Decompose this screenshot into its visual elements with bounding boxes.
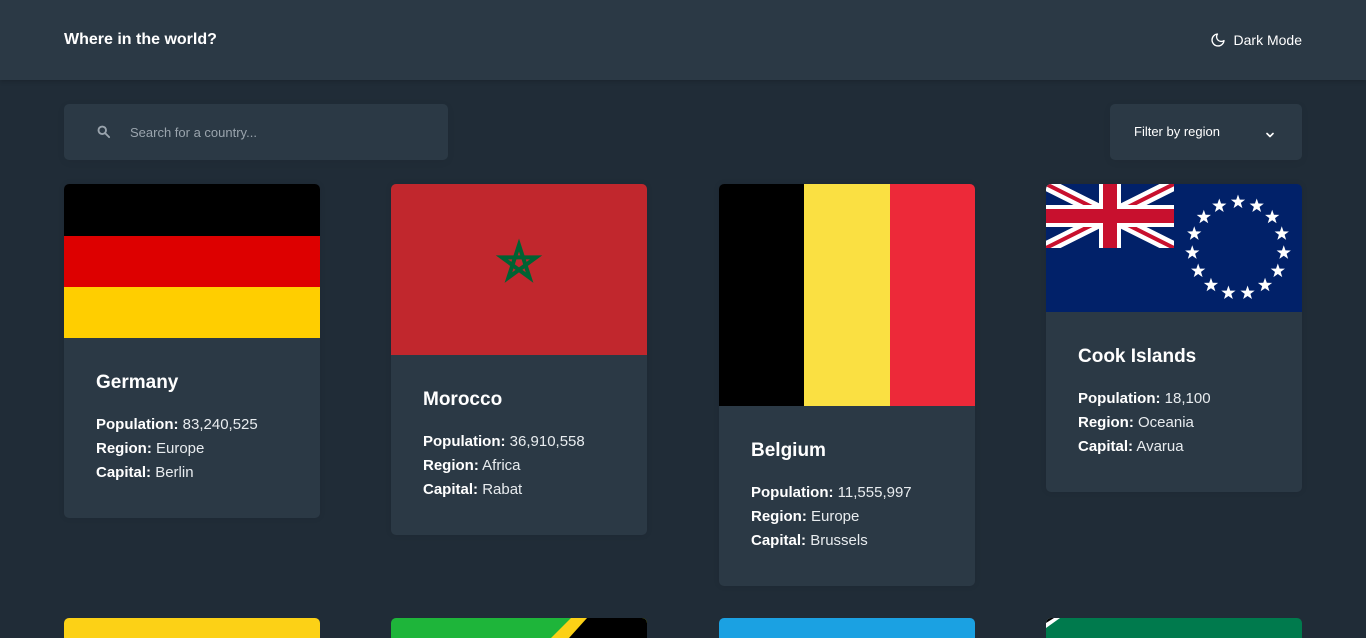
country-name: Germany bbox=[96, 372, 179, 393]
region-value: Oceania bbox=[1138, 414, 1194, 431]
capital-label: Capital: bbox=[1078, 438, 1134, 455]
morocco-flag bbox=[391, 184, 647, 355]
capital-line: Capital: Rabat bbox=[423, 478, 615, 502]
moon-icon bbox=[1210, 32, 1226, 48]
country-card-partial-4[interactable] bbox=[1046, 618, 1302, 638]
search-box[interactable] bbox=[64, 104, 448, 160]
partial-flag-4 bbox=[1046, 618, 1302, 638]
population-value: 36,910,558 bbox=[509, 433, 585, 450]
capital-line: Capital: Avarua bbox=[1078, 435, 1270, 459]
population-value: 18,100 bbox=[1164, 390, 1211, 407]
capital-label: Capital: bbox=[423, 481, 479, 498]
capital-value: Rabat bbox=[482, 481, 523, 498]
population-line: Population: 11,555,997 bbox=[751, 481, 943, 505]
country-card-partial-1[interactable] bbox=[64, 618, 320, 638]
population-line: Population: 83,240,525 bbox=[96, 413, 288, 437]
country-name: Belgium bbox=[751, 440, 826, 461]
country-card-partial-3[interactable] bbox=[719, 618, 975, 638]
population-label: Population: bbox=[423, 433, 506, 450]
belgium-flag bbox=[719, 184, 975, 406]
capital-value: Avarua bbox=[1136, 438, 1184, 455]
population-label: Population: bbox=[751, 484, 834, 501]
cook-islands-flag bbox=[1046, 184, 1302, 312]
region-line: Region: Oceania bbox=[1078, 411, 1270, 435]
region-line: Region: Europe bbox=[751, 505, 943, 529]
germany-flag bbox=[64, 184, 320, 338]
region-label: Region: bbox=[1078, 414, 1134, 431]
capital-value: Berlin bbox=[155, 464, 194, 481]
region-value: Europe bbox=[156, 440, 205, 457]
partial-flag-2 bbox=[391, 618, 647, 638]
region-value: Europe bbox=[811, 508, 860, 525]
population-label: Population: bbox=[96, 416, 179, 433]
chevron-down-icon bbox=[1265, 127, 1275, 145]
region-label: Region: bbox=[96, 440, 152, 457]
country-name: Cook Islands bbox=[1078, 346, 1197, 367]
capital-line: Capital: Brussels bbox=[751, 529, 943, 553]
country-name: Morocco bbox=[423, 389, 503, 410]
capital-label: Capital: bbox=[96, 464, 152, 481]
region-label: Region: bbox=[751, 508, 807, 525]
capital-label: Capital: bbox=[751, 532, 807, 549]
dark-mode-toggle[interactable]: Dark Mode bbox=[1210, 30, 1302, 50]
region-value: Africa bbox=[482, 457, 521, 474]
country-card-belgium[interactable]: Belgium Population: 11,555,997 Region: E… bbox=[719, 184, 975, 586]
population-value: 83,240,525 bbox=[182, 416, 258, 433]
country-card-partial-2[interactable] bbox=[391, 618, 647, 638]
dark-mode-label: Dark Mode bbox=[1233, 32, 1302, 48]
filter-label: Filter by region bbox=[1134, 124, 1220, 139]
population-value: 11,555,997 bbox=[837, 484, 912, 501]
country-card-cook-islands[interactable]: Cook Islands Population: 18,100 Region: … bbox=[1046, 184, 1302, 492]
search-icon bbox=[96, 124, 111, 144]
search-input[interactable] bbox=[128, 104, 428, 160]
region-label: Region: bbox=[423, 457, 479, 474]
country-card-morocco[interactable]: Morocco Population: 36,910,558 Region: A… bbox=[391, 184, 647, 535]
population-label: Population: bbox=[1078, 390, 1161, 407]
capital-line: Capital: Berlin bbox=[96, 461, 288, 485]
country-card-germany[interactable]: Germany Population: 83,240,525 Region: E… bbox=[64, 184, 320, 518]
population-line: Population: 36,910,558 bbox=[423, 430, 615, 454]
capital-value: Brussels bbox=[810, 532, 868, 549]
region-line: Region: Africa bbox=[423, 454, 615, 478]
population-line: Population: 18,100 bbox=[1078, 387, 1270, 411]
region-filter-dropdown[interactable]: Filter by region bbox=[1110, 104, 1302, 160]
region-line: Region: Europe bbox=[96, 437, 288, 461]
top-header: Where in the world? Dark Mode bbox=[0, 0, 1366, 80]
app-title: Where in the world? bbox=[64, 31, 217, 48]
